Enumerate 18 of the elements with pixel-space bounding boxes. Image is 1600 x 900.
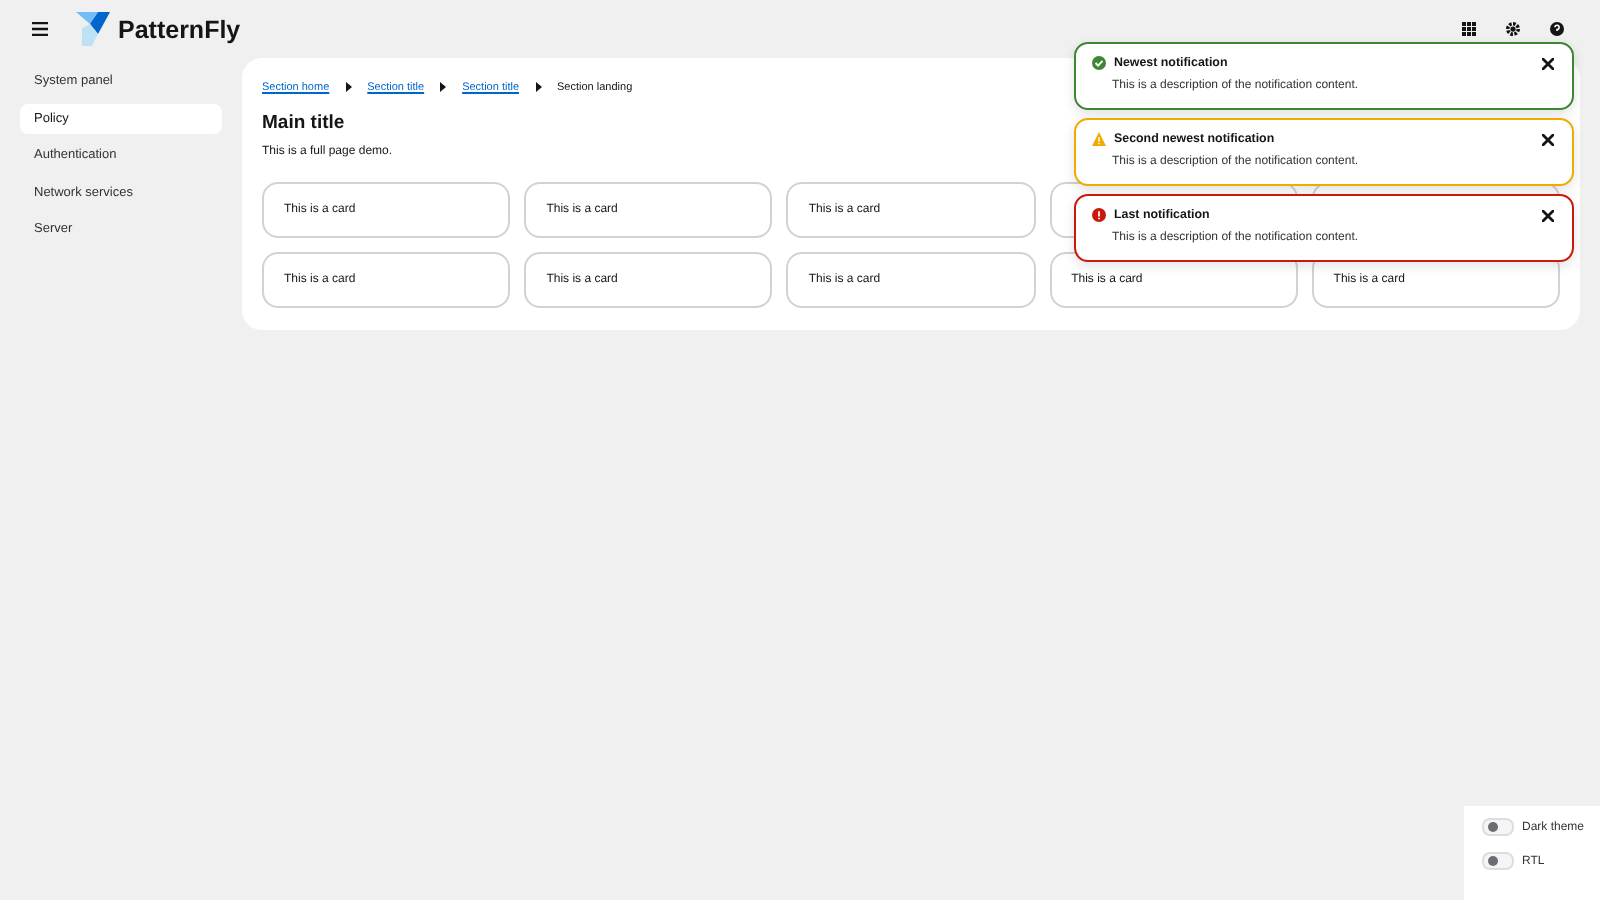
brand-name: PatternFly xyxy=(118,15,241,43)
settings-icon[interactable] xyxy=(1506,22,1520,36)
warning-icon xyxy=(1092,132,1106,146)
chevron-icon xyxy=(440,82,447,92)
check-circle-icon xyxy=(1092,56,1106,70)
menu-icon[interactable] xyxy=(32,22,48,36)
close-icon[interactable] xyxy=(1542,57,1554,69)
app-grid-icon[interactable] xyxy=(1462,22,1476,36)
close-icon[interactable] xyxy=(1542,133,1554,145)
help-icon[interactable] xyxy=(1550,22,1564,36)
page-title: Main title xyxy=(262,112,347,134)
logo-icon xyxy=(76,12,110,46)
chevron-icon xyxy=(535,82,542,92)
error-icon xyxy=(1092,208,1106,222)
chevron-icon xyxy=(345,82,352,92)
close-icon[interactable] xyxy=(1542,209,1554,221)
toggle-switch[interactable] xyxy=(1482,818,1514,836)
toggle-switch[interactable] xyxy=(1482,852,1514,870)
